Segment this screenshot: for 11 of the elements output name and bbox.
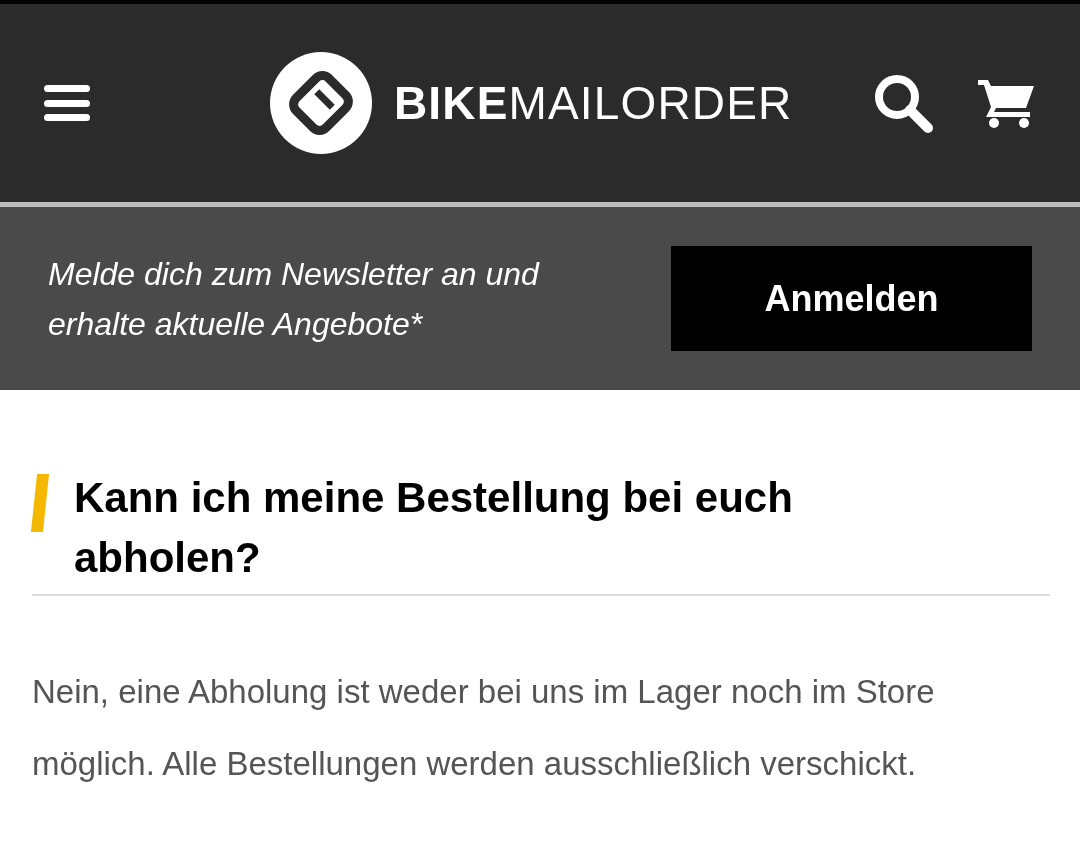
- menu-icon[interactable]: [44, 83, 90, 123]
- cart-icon[interactable]: [978, 78, 1036, 128]
- question-heading: Kann ich meine Bestellung bei euch abholen?: [74, 473, 794, 583]
- brand-logo[interactable]: BIKEMAILORDER: [270, 52, 793, 154]
- accent-mark: [30, 474, 50, 532]
- search-icon[interactable]: [872, 72, 934, 134]
- answer-text: Nein, eine Abholung ist weder bei uns im Lager noch im Store möglich. Alle Bestellungen werden ausschließlich verschickt.: [32, 672, 936, 784]
- logo-icon: [270, 52, 372, 154]
- brand-name: BIKEMAILORDER: [394, 80, 793, 126]
- newsletter-text: Melde dich zum Newsletter an und erhalte aktuelle Angebote*: [48, 254, 541, 344]
- signup-button[interactable]: Anmelden: [671, 246, 1032, 351]
